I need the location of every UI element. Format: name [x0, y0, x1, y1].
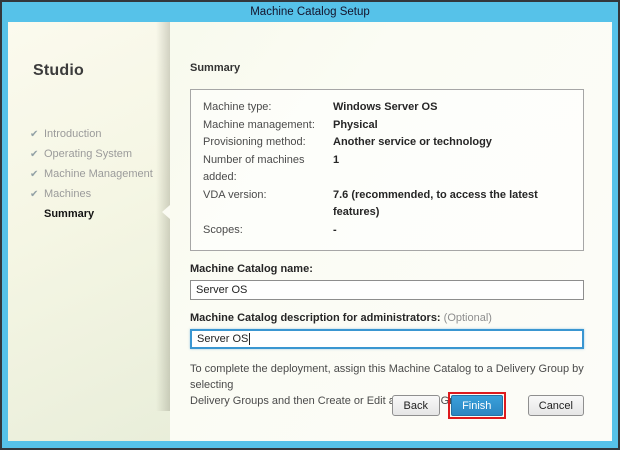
catalog-name-value: Server OS — [196, 284, 247, 296]
window-title: Machine Catalog Setup — [250, 6, 370, 18]
summary-row-label: Scopes: — [203, 222, 333, 240]
red-highlight-annotation: Finish — [448, 392, 506, 419]
step-machines: ✔ Machines — [30, 184, 170, 204]
step-label: Operating System — [44, 148, 132, 160]
summary-row: Machine type: Windows Server OS — [203, 99, 573, 117]
summary-panel: Summary Machine type: Windows Server OS … — [170, 22, 612, 441]
summary-row-value: Physical — [333, 117, 378, 135]
summary-box: Machine type: Windows Server OS Machine … — [190, 89, 584, 251]
step-label: Introduction — [44, 128, 101, 140]
summary-row-label: VDA version: — [203, 187, 333, 222]
summary-row: Scopes: - — [203, 222, 573, 240]
text-caret — [249, 333, 250, 345]
summary-row: Provisioning method: Another service or … — [203, 134, 573, 152]
optional-hint: (Optional) — [444, 312, 492, 324]
summary-row-value: Another service or technology — [333, 134, 492, 152]
step-introduction: ✔ Introduction — [30, 124, 170, 144]
current-step-notch — [162, 205, 170, 219]
summary-row: VDA version: 7.6 (recommended, to access… — [203, 187, 573, 222]
summary-row: Number of machines added: 1 — [203, 152, 573, 187]
title-bar: Machine Catalog Setup — [2, 2, 618, 22]
summary-row-value: Windows Server OS — [333, 99, 437, 117]
catalog-name-label: Machine Catalog name: — [190, 263, 584, 275]
summary-row-label: Number of machines added: — [203, 152, 333, 187]
summary-row-label: Machine type: — [203, 99, 333, 117]
check-icon: ✔ — [30, 169, 42, 180]
cancel-button[interactable]: Cancel — [528, 395, 584, 416]
deployment-note-line1: To complete the deployment, assign this … — [190, 362, 584, 394]
summary-row-value: 1 — [333, 152, 339, 187]
step-operating-system: ✔ Operating System — [30, 144, 170, 164]
summary-row-value: 7.6 (recommended, to access the latest f… — [333, 187, 573, 222]
wizard-body: Studio ✔ Introduction ✔ Operating System… — [8, 22, 612, 441]
wizard-step-list: ✔ Introduction ✔ Operating System ✔ Mach… — [8, 124, 170, 224]
wizard-footer: Back Finish Cancel — [392, 392, 584, 419]
summary-row-label: Provisioning method: — [203, 134, 333, 152]
page-title: Summary — [190, 62, 584, 74]
step-label: Machine Management — [44, 168, 153, 180]
summary-row: Machine management: Physical — [203, 117, 573, 135]
check-icon: ✔ — [30, 129, 42, 140]
step-machine-management: ✔ Machine Management — [30, 164, 170, 184]
check-icon: ✔ — [30, 149, 42, 160]
step-label: Machines — [44, 188, 91, 200]
catalog-description-input[interactable]: Server OS — [190, 329, 584, 349]
summary-row-label: Machine management: — [203, 117, 333, 135]
studio-logo: Studio — [33, 62, 170, 80]
machine-catalog-setup-window: Machine Catalog Setup Studio ✔ Introduct… — [0, 0, 620, 450]
finish-button[interactable]: Finish — [451, 395, 503, 416]
catalog-description-value: Server OS — [197, 333, 248, 345]
back-button[interactable]: Back — [392, 395, 440, 416]
check-icon: ✔ — [30, 189, 42, 200]
step-summary: Summary — [30, 204, 170, 224]
catalog-description-label: Machine Catalog description for administ… — [190, 312, 584, 324]
summary-row-value: - — [333, 222, 337, 240]
catalog-name-input[interactable]: Server OS — [190, 280, 584, 300]
step-label: Summary — [44, 208, 94, 220]
wizard-sidebar: Studio ✔ Introduction ✔ Operating System… — [8, 22, 170, 441]
